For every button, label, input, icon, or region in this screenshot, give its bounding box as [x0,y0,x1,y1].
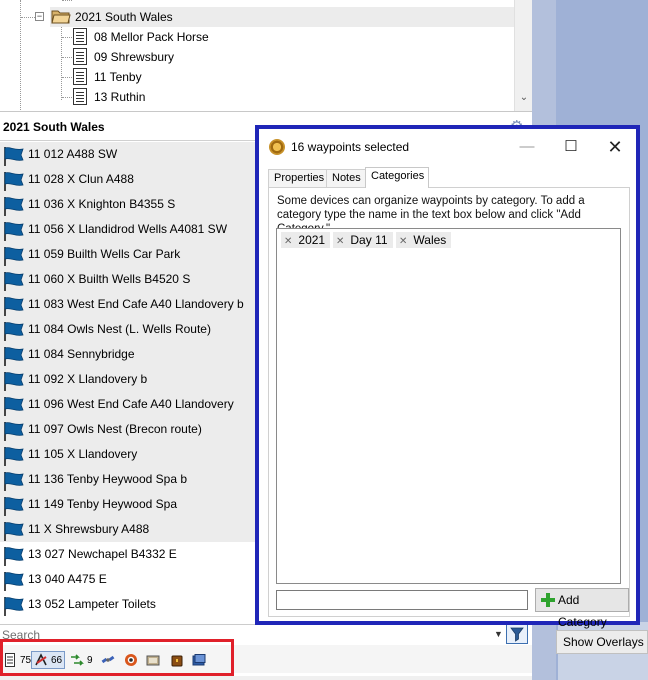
close-icon[interactable]: ✕ [595,135,635,159]
waypoint-label: 11 136 Tenby Heywood Spa b [28,472,188,486]
tree-guide-line [61,24,62,100]
waypoint-label: 11 084 Sennybridge [28,347,135,361]
dialog-title: 16 waypoints selected [291,140,410,154]
scroll-down-icon[interactable]: ⌄ [519,92,529,103]
library-tree: − 2021 South Wales 08 Mellor Pack Horse … [0,0,532,112]
waypoint-label: 11 059 Builth Wells Car Park [28,247,181,261]
category-label: Day 11 [350,233,388,247]
funnel-icon [510,627,524,642]
filter-button[interactable] [506,624,528,644]
waypoint-label: 11 028 X Clun A488 [28,172,134,186]
route-document-icon [73,48,87,65]
flag-icon [4,397,24,416]
category-chip[interactable]: ✕ 2021 [281,232,331,248]
app-logo-icon [269,139,285,155]
waypoint-label: 13 052 Lampeter Toilets [28,597,156,611]
waypoints-selected-dialog: 16 waypoints selected — ☐ ✕ Properties N… [259,129,636,629]
flag-icon [4,447,24,466]
open-folder-icon [51,10,71,24]
flag-icon [4,322,24,341]
category-label: Wales [413,233,447,247]
waypoint-label: 11 097 Owls Nest (Brecon route) [28,422,202,436]
waypoint-label: 11 149 Tenby Heywood Spa [28,497,177,511]
waypoint-label: 11 012 A488 SW [28,147,118,161]
flag-icon [4,197,24,216]
waypoint-label: 11 X Shrewsbury A488 [28,522,150,536]
waypoint-label: 13 040 A475 E [28,572,107,586]
dropdown-arrow-icon[interactable]: ▼ [494,629,503,639]
maximize-icon[interactable]: ☐ [551,135,591,159]
flag-icon [4,522,24,541]
route-document-icon [73,68,87,85]
tree-item[interactable]: 13 Ruthin [94,87,145,107]
plus-icon [541,593,555,607]
status-bar [0,676,532,680]
tree-item[interactable]: 08 Mellor Pack Horse [94,27,209,47]
minimize-icon[interactable]: — [507,135,547,159]
remove-category-icon[interactable]: ✕ [399,236,407,247]
add-category-button[interactable]: Add Category [535,588,629,629]
waypoint-label: 11 060 X Builth Wells B4520 S [28,272,191,286]
category-list[interactable]: ✕ 2021 ✕ Day 11 ✕ Wales [276,228,621,584]
tree-branch [62,57,72,58]
tree-branch [62,0,72,1]
flag-icon [4,597,24,616]
waypoint-label: 13 027 Newchapel B4332 E [28,547,177,561]
tree-folder-label: 2021 South Wales [75,10,173,24]
flag-icon [4,222,24,241]
toolbar-highlight-box [0,639,234,676]
tree-branch [21,17,35,18]
tree-branch [62,37,72,38]
waypoint-label: 11 084 Owls Nest (L. Wells Route) [28,322,211,336]
route-document-icon [73,28,87,45]
show-overlays-button[interactable]: Show Overlays [556,630,648,654]
flag-icon [4,422,24,441]
dialog-highlight-frame: 16 waypoints selected — ☐ ✕ Properties N… [255,125,640,629]
flag-icon [4,172,24,191]
waypoint-label: 11 083 West End Cafe A40 Llandovery b [28,297,244,311]
waypoint-label: 11 092 X Llandovery b [28,372,148,386]
flag-icon [4,297,24,316]
remove-category-icon[interactable]: ✕ [284,236,292,247]
flag-icon [4,472,24,491]
tab-properties[interactable]: Properties [268,169,327,187]
waypoint-label: 11 056 X Llandidrod Wells A4081 SW [28,222,228,236]
new-category-input[interactable] [276,590,528,610]
waypoint-label: 11 036 X Knighton B4355 S [28,197,176,211]
flag-icon [4,547,24,566]
collapse-icon[interactable]: − [35,12,44,21]
add-category-label: Add Category [558,593,607,629]
remove-category-icon[interactable]: ✕ [336,236,344,247]
category-chip[interactable]: ✕ Day 11 [333,232,393,248]
flag-icon [4,147,24,166]
categories-panel: Some devices can organize waypoints by c… [268,187,630,629]
tree-scrollbar[interactable]: ⌄ [514,0,532,111]
category-label: 2021 [298,233,326,247]
waypoint-label: 11 105 X Llandovery [28,447,138,461]
flag-icon [4,247,24,266]
route-document-icon [73,88,87,105]
flag-icon [4,497,24,516]
list-title: 2021 South Wales [3,120,105,134]
waypoint-label: 11 096 West End Cafe A40 Llandovery [28,397,234,411]
flag-icon [4,372,24,391]
tab-categories[interactable]: Categories [365,167,429,188]
tree-branch [62,97,72,98]
flag-icon [4,272,24,291]
tree-item[interactable]: 11 Tenby [94,67,142,87]
flag-icon [4,347,24,366]
category-chip[interactable]: ✕ Wales [396,232,452,248]
tab-notes[interactable]: Notes [326,169,366,187]
tree-branch [62,77,72,78]
tree-item[interactable]: 09 Shrewsbury [94,47,174,67]
flag-icon [4,572,24,591]
